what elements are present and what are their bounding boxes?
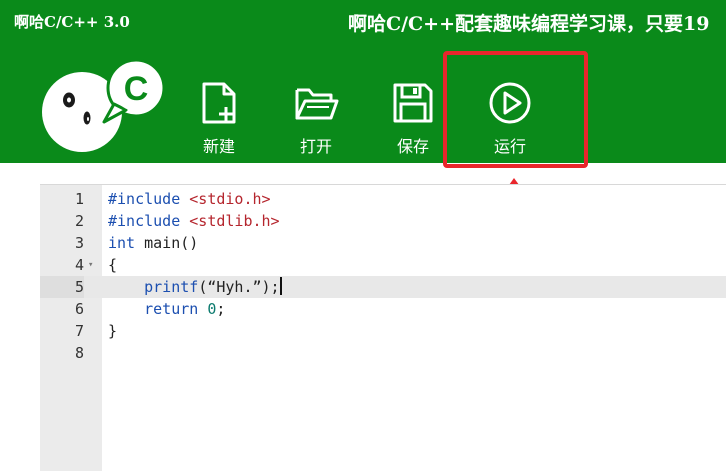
code-line[interactable]: 7} [40,320,726,342]
code-token: #include [108,212,190,230]
run-highlight-box [443,51,588,168]
code-token: { [108,256,118,274]
code-line[interactable]: 3 int main() [40,232,726,254]
text-cursor [279,277,282,295]
code-token: printf [144,278,199,296]
code-text: #include <stdlib.h> [108,210,280,232]
save-button[interactable]: 保存 [378,80,448,156]
open-folder-icon [295,88,339,120]
code-text: #include <stdio.h> [108,188,271,210]
code-line[interactable]: 6 return 0; [40,298,726,320]
fold-toggle-icon[interactable]: ▾ [88,254,93,276]
mascot-logo-icon: C [42,58,166,152]
code-text: printf(“Hyh.”); [108,276,282,298]
open-file-label: 打开 [299,137,332,156]
line-number: 1 [74,190,84,208]
line-number: 3 [74,234,84,252]
code-token: int [108,234,136,252]
new-file-icon [202,82,236,124]
app-title: 啊哈C/C++ 3.0 [14,13,130,31]
code-line[interactable]: 5 printf(“Hyh.”); [40,276,726,298]
line-number: 6 [74,300,84,318]
code-token: (“Hyh.”); [198,278,280,296]
code-line[interactable]: 8 [40,342,726,364]
app-header: 啊哈C/C++ 3.0 啊哈C/C++配套趣味编程学习课，只要19 C 新建 打… [0,0,726,163]
code-token: <stdio.h> [189,190,271,208]
new-file-label: 新建 [202,137,235,156]
code-token: <stdlib.h> [189,212,280,230]
line-number: 4 [74,256,84,274]
code-token: ; [216,300,226,318]
code-text: int main() [108,232,198,254]
code-editor[interactable]: 1 #include <stdio.h> 2 #include <stdlib.h> 3… [40,184,726,471]
code-token: } [108,322,118,340]
code-text: { [108,254,117,276]
code-token: #include [108,190,190,208]
line-number: 5 [40,276,84,298]
code-line[interactable]: 1 #include <stdio.h> [40,188,726,210]
code-line[interactable]: 4 ▾ { [40,254,726,276]
new-file-button[interactable]: 新建 [184,80,254,156]
logo-letter: C [124,70,149,108]
line-number: 7 [74,322,84,340]
save-label: 保存 [396,137,429,156]
code-token: main() [135,234,199,252]
code-token: return [144,300,208,318]
code-text: } [108,320,117,342]
promo-banner[interactable]: 啊哈C/C++配套趣味编程学习课，只要19 [348,9,726,36]
code-text: return 0; [108,298,225,320]
open-file-button[interactable]: 打开 [281,80,351,156]
code-line[interactable]: 2 #include <stdlib.h> [40,210,726,232]
line-number: 2 [74,212,84,230]
line-number: 8 [74,344,84,362]
save-disk-icon [393,83,433,123]
